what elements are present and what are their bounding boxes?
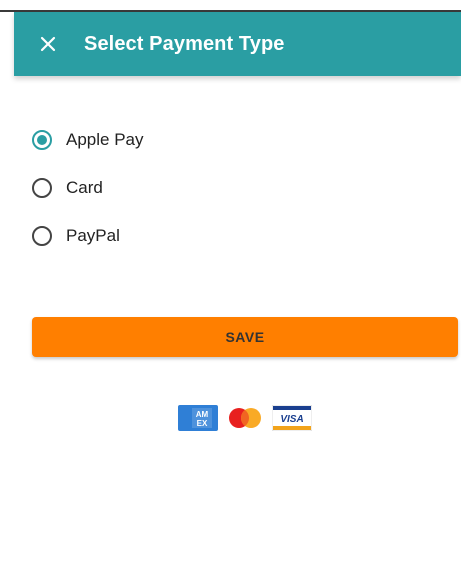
option-label-paypal: PayPal [66, 226, 120, 245]
svg-text:VISA: VISA [280, 414, 303, 425]
accepted-cards: AM EX VISA [178, 405, 312, 431]
page-title: Select Payment Type [84, 32, 285, 55]
option-label-card: Card [66, 178, 103, 197]
amex-icon: AM EX [178, 405, 218, 431]
radio-card[interactable] [32, 178, 52, 198]
payment-option-apple-pay[interactable]: Apple Pay [32, 116, 432, 164]
radio-paypal[interactable] [32, 226, 52, 246]
payment-option-card[interactable]: Card [32, 164, 432, 212]
close-icon [40, 36, 56, 52]
visa-icon: VISA [272, 405, 312, 431]
close-button[interactable] [26, 22, 70, 66]
payment-option-paypal[interactable]: PayPal [32, 212, 432, 260]
payment-options-group: Apple Pay Card PayPal [32, 116, 432, 260]
svg-text:EX: EX [197, 419, 208, 428]
radio-apple-pay[interactable] [32, 130, 52, 150]
option-label-apple-pay: Apple Pay [66, 130, 144, 149]
mastercard-icon [229, 408, 261, 428]
svg-text:AM: AM [196, 410, 209, 419]
save-button[interactable]: SAVE [32, 317, 458, 357]
app-bar: Select Payment Type [14, 12, 461, 76]
status-bar [0, 0, 461, 12]
